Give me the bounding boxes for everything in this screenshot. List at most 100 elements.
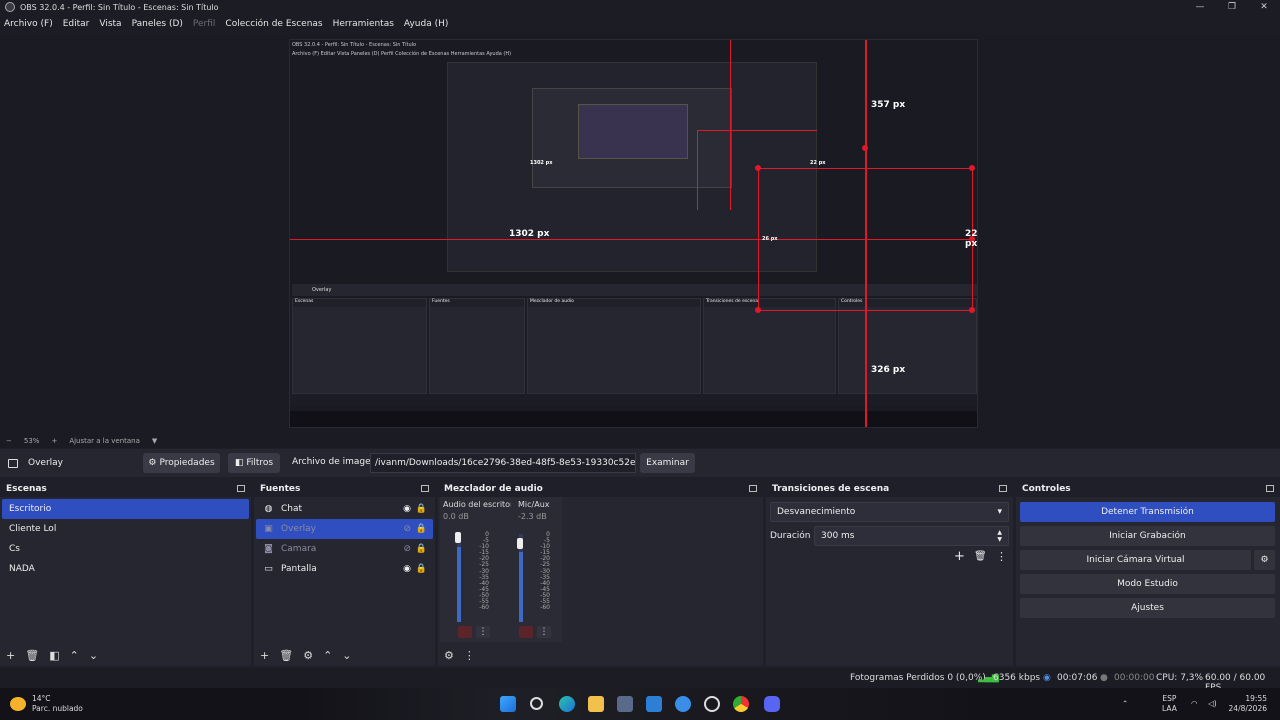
chevron-up-icon[interactable]: ⌃ [323, 649, 332, 662]
channel-menu-button[interactable]: ⋮ [537, 626, 551, 638]
close-button[interactable]: ✕ [1248, 0, 1280, 14]
weather-widget[interactable]: 14°C Parc. nublado [10, 694, 83, 714]
chevron-up-icon[interactable]: ⌃ [1122, 699, 1128, 709]
menu-file[interactable]: Archivo (F) [4, 19, 53, 29]
source-item[interactable]: ◙ Camara ⊘ 🔒 [256, 539, 433, 559]
obs-taskbar-icon[interactable] [704, 696, 720, 712]
app-icon[interactable] [675, 696, 691, 712]
preview-canvas[interactable]: OBS 32.0.4 - Perfil: Sin Título - Escena… [289, 39, 978, 428]
preview-nested-capture-2 [532, 88, 732, 188]
chevron-down-icon[interactable]: ⌄ [342, 649, 351, 662]
studio-mode-button[interactable]: Modo Estudio [1020, 574, 1275, 594]
source-name: Chat [281, 504, 303, 514]
menu-scene-collection[interactable]: Colección de Escenas [225, 19, 322, 29]
chrome-icon[interactable] [733, 696, 749, 712]
scene-item[interactable]: NADA [2, 559, 249, 579]
mute-button[interactable] [519, 626, 533, 638]
language-indicator[interactable]: ESP LAA [1162, 694, 1177, 714]
popout-icon[interactable] [1266, 485, 1274, 492]
measure-label-right: 22 px [965, 229, 978, 249]
menu-help[interactable]: Ayuda (H) [404, 19, 448, 29]
eye-icon[interactable]: ◉ [403, 504, 411, 514]
minimize-button[interactable]: — [1184, 0, 1216, 14]
eye-icon[interactable]: ◉ [403, 564, 411, 574]
gear-icon[interactable]: ⚙ [303, 649, 313, 662]
image-icon [8, 458, 18, 468]
mail-icon[interactable] [646, 696, 662, 712]
menu-docks[interactable]: Paneles (D) [132, 19, 183, 29]
properties-button[interactable]: ⚙ Propiedades [143, 453, 220, 473]
spin-arrows-icon[interactable]: ▲ ▼ [997, 529, 1002, 543]
windows-start-icon[interactable] [500, 696, 516, 712]
mixer-settings-icon[interactable]: ⚙ [444, 649, 454, 662]
clock[interactable]: 19:55 24/8/2026 [1225, 694, 1267, 714]
menu-edit[interactable]: Editar [63, 19, 90, 29]
weather-icon [10, 697, 26, 711]
lock-icon[interactable]: 🔒 [416, 544, 427, 554]
popout-icon[interactable] [421, 485, 429, 492]
menu-tools[interactable]: Herramientas [333, 19, 394, 29]
image-file-path-field[interactable]: /ivanm/Downloads/16ce2796-38ed-48f5-8e53… [370, 453, 636, 473]
menu-profile[interactable]: Perfil [193, 19, 216, 29]
start-recording-button[interactable]: Iniciar Grabación [1020, 526, 1275, 546]
preview-inner-title: OBS 32.0.4 - Perfil: Sin Título - Escena… [292, 42, 417, 48]
zoom-out-button[interactable]: − [6, 437, 12, 445]
start-virtual-camera-button[interactable]: Iniciar Cámara Virtual [1020, 550, 1251, 570]
scenes-dock: Escenas Escritorio Cliente Lol Cs NADA +… [0, 480, 251, 666]
record-time: 00:00:00 [1114, 673, 1155, 683]
volume-slider[interactable] [517, 538, 523, 549]
duration-spinbox[interactable]: 300 ms ▲ ▼ [814, 526, 1009, 546]
transition-value: Desvanecimiento [777, 507, 856, 517]
channel-menu-button[interactable]: ⋮ [476, 626, 490, 638]
lock-icon[interactable]: 🔒 [416, 504, 427, 514]
menu-view[interactable]: Vista [99, 19, 121, 29]
scene-filter-icon[interactable]: ◧ [49, 649, 59, 662]
trash-icon[interactable]: 🗑 [25, 649, 39, 662]
browse-button[interactable]: Examinar [640, 453, 695, 473]
zoom-in-button[interactable]: + [51, 437, 57, 445]
store-icon[interactable] [617, 696, 633, 712]
file-explorer-icon[interactable] [588, 696, 604, 712]
add-source-icon[interactable]: + [260, 649, 269, 662]
chevron-down-icon[interactable]: ⌄ [89, 649, 98, 662]
transition-select[interactable]: Desvanecimiento ▾ [770, 502, 1009, 522]
wifi-icon[interactable]: ◠ [1191, 699, 1198, 709]
trash-icon[interactable]: 🗑 [279, 649, 293, 662]
chevron-up-icon[interactable]: ⌃ [70, 649, 79, 662]
volume-icon[interactable]: ◁) [1208, 699, 1217, 709]
maximize-button[interactable]: ❐ [1216, 0, 1248, 14]
lock-icon[interactable]: 🔒 [416, 564, 427, 574]
virtual-camera-settings-button[interactable]: ⚙ [1254, 550, 1275, 570]
chevron-down-icon[interactable]: ▼ [152, 437, 157, 445]
eye-hidden-icon[interactable]: ⊘ [403, 544, 411, 554]
scene-item[interactable]: Escritorio [2, 499, 249, 519]
source-item[interactable]: ◍ Chat ◉ 🔒 [256, 499, 433, 519]
weather-condition: Parc. nublado [32, 704, 83, 713]
lock-icon[interactable]: 🔒 [416, 524, 427, 534]
settings-button[interactable]: Ajustes [1020, 598, 1275, 618]
scene-item[interactable]: Cliente Lol [2, 519, 249, 539]
preview-mini-dock: Controles [838, 298, 977, 394]
source-item[interactable]: ▣ Overlay ⊘ 🔒 [256, 519, 433, 539]
preview-mini-dock-title: Mezclador de audio [528, 299, 700, 307]
source-item[interactable]: ▭ Pantalla ◉ 🔒 [256, 559, 433, 579]
scenes-title: Escenas [6, 483, 47, 494]
trash-icon[interactable]: 🗑 [974, 551, 987, 562]
transition-menu-icon[interactable]: ⋮ [996, 550, 1007, 563]
mute-button[interactable] [458, 626, 472, 638]
popout-icon[interactable] [237, 485, 245, 492]
fit-to-window-button[interactable]: Ajustar a la ventana [69, 437, 140, 445]
eye-hidden-icon[interactable]: ⊘ [403, 524, 411, 534]
scene-item[interactable]: Cs [2, 539, 249, 559]
popout-icon[interactable] [999, 485, 1007, 492]
edge-browser-icon[interactable] [559, 696, 575, 712]
add-transition-icon[interactable]: + [954, 549, 965, 564]
search-icon[interactable] [530, 697, 543, 710]
volume-slider[interactable] [455, 532, 461, 543]
filters-button[interactable]: ◧ Filtros [228, 453, 280, 473]
stop-streaming-button[interactable]: Detener Transmisión [1020, 502, 1275, 522]
mixer-menu-icon[interactable]: ⋮ [464, 649, 475, 662]
discord-icon[interactable] [764, 696, 780, 712]
add-scene-icon[interactable]: + [6, 649, 15, 662]
popout-icon[interactable] [749, 485, 757, 492]
